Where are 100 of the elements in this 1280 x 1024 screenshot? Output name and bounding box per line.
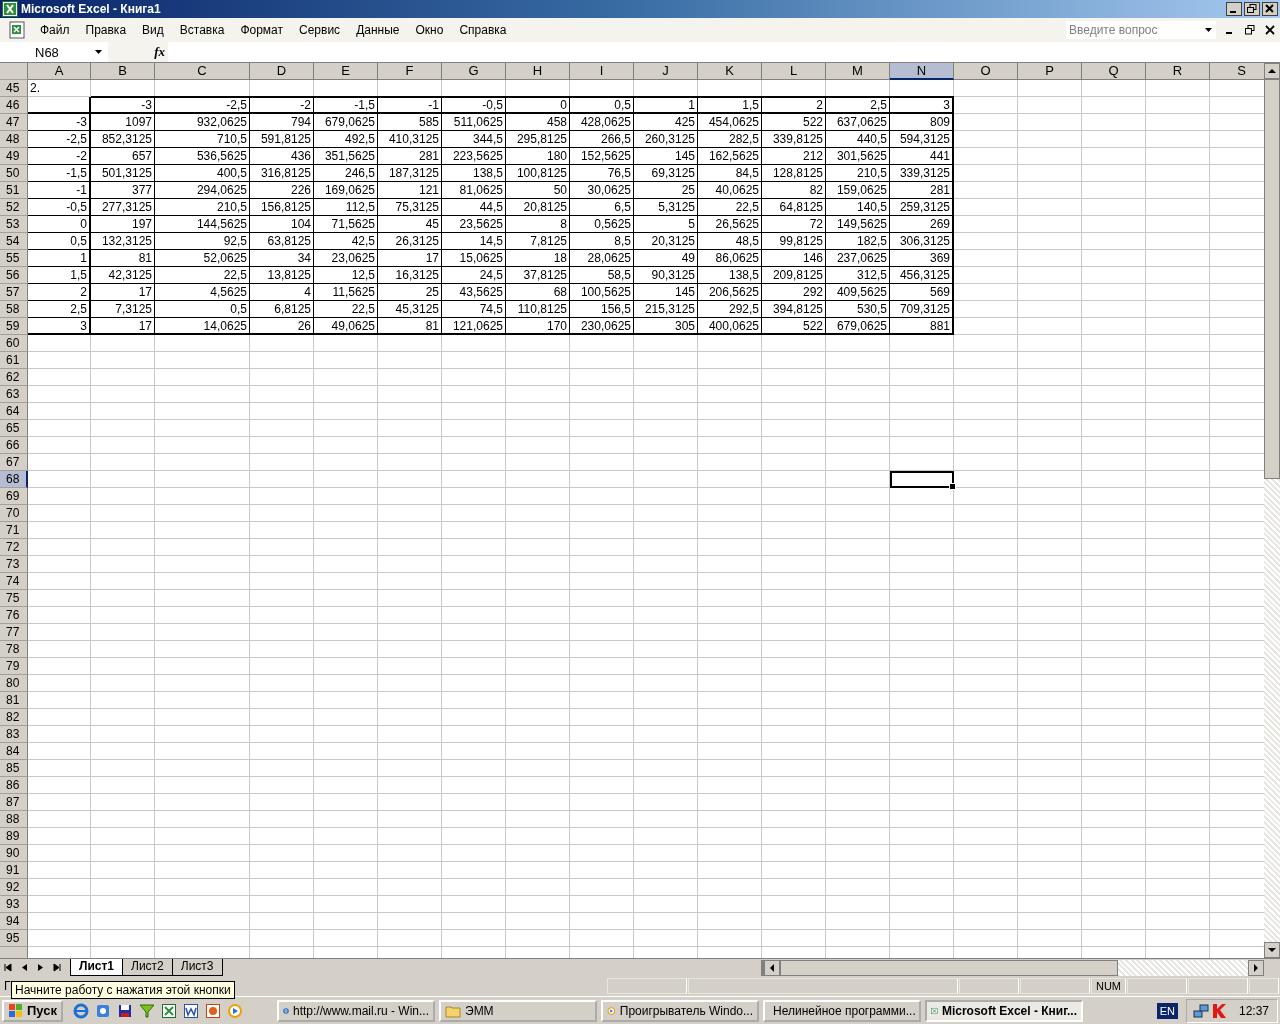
selected-cell[interactable]: [890, 471, 954, 488]
row-header[interactable]: 79: [0, 658, 28, 675]
browser-icon[interactable]: [73, 1002, 89, 1019]
spreadsheet-icon[interactable]: [161, 1002, 177, 1019]
column-header[interactable]: Q: [1082, 63, 1146, 80]
row-header[interactable]: 57: [0, 284, 28, 301]
last-sheet-button[interactable]: [51, 962, 63, 973]
column-header[interactable]: J: [634, 63, 698, 80]
row-header[interactable]: 95: [0, 930, 28, 947]
scroll-up-button[interactable]: [1264, 63, 1280, 79]
select-all-button[interactable]: [0, 63, 28, 80]
row-header[interactable]: 63: [0, 386, 28, 403]
column-header[interactable]: G: [442, 63, 506, 80]
taskbar-button[interactable]: Проигрыватель Windo...: [601, 999, 759, 1022]
scroll-left-button[interactable]: [764, 959, 780, 976]
row-header[interactable]: 53: [0, 216, 28, 233]
row-header[interactable]: 59: [0, 318, 28, 335]
funnel-icon[interactable]: [139, 1002, 155, 1019]
menu-item[interactable]: Формат: [232, 23, 292, 37]
vertical-scrollbar[interactable]: [1264, 63, 1280, 958]
scroll-down-button[interactable]: [1264, 942, 1280, 958]
taskbar-button[interactable]: Microsoft Excel - Книг...: [925, 999, 1083, 1022]
row-header[interactable]: 60: [0, 335, 28, 352]
scrollbar-thumb[interactable]: [1264, 79, 1280, 479]
row-header[interactable]: 73: [0, 556, 28, 573]
row-header[interactable]: 88: [0, 811, 28, 828]
minimize-button[interactable]: [1226, 2, 1242, 16]
row-header[interactable]: 56: [0, 267, 28, 284]
row-header[interactable]: 85: [0, 760, 28, 777]
column-header[interactable]: E: [314, 63, 378, 80]
menu-item[interactable]: Файл: [32, 23, 78, 37]
row-header[interactable]: 61: [0, 352, 28, 369]
row-header[interactable]: 80: [0, 675, 28, 692]
row-header[interactable]: 83: [0, 726, 28, 743]
sheet-tab[interactable]: Лист3: [171, 959, 223, 976]
menu-item[interactable]: Правка: [77, 23, 135, 37]
row-header[interactable]: 71: [0, 522, 28, 539]
row-header[interactable]: 68: [0, 471, 28, 488]
column-header[interactable]: N: [890, 63, 954, 80]
row-header[interactable]: 64: [0, 403, 28, 420]
sheet-tab[interactable]: Лист2: [122, 959, 173, 976]
column-header[interactable]: D: [250, 63, 314, 80]
column-header[interactable]: H: [506, 63, 570, 80]
row-header[interactable]: 89: [0, 828, 28, 845]
menu-item[interactable]: Сервис: [291, 23, 349, 37]
first-sheet-button[interactable]: [3, 962, 15, 973]
column-header[interactable]: C: [155, 63, 250, 80]
column-header[interactable]: P: [1018, 63, 1082, 80]
menu-item[interactable]: Данные: [348, 23, 408, 37]
scroll-right-button[interactable]: [1248, 959, 1264, 976]
row-header[interactable]: 75: [0, 590, 28, 607]
taskbar-button[interactable]: http://www.mail.ru - Win...: [277, 999, 435, 1022]
document-icon[interactable]: [183, 1002, 199, 1019]
dropdown-arrow-icon[interactable]: [95, 50, 102, 54]
row-header[interactable]: 87: [0, 794, 28, 811]
start-button[interactable]: Пуск: [2, 999, 63, 1022]
taskbar-button[interactable]: Нелинейное программи...: [763, 999, 921, 1022]
row-header[interactable]: 66: [0, 437, 28, 454]
row-header[interactable]: 55: [0, 250, 28, 267]
row-header[interactable]: 48: [0, 131, 28, 148]
antivirus-icon[interactable]: [1210, 1002, 1227, 1019]
network-icon[interactable]: [1192, 1002, 1209, 1019]
row-header[interactable]: 70: [0, 505, 28, 522]
restore-button[interactable]: [1244, 2, 1260, 16]
dropdown-arrow-icon[interactable]: [1205, 28, 1212, 32]
column-header[interactable]: O: [954, 63, 1018, 80]
row-header[interactable]: 51: [0, 182, 28, 199]
menu-item[interactable]: Вид: [134, 23, 172, 37]
presentation-icon[interactable]: [205, 1002, 221, 1019]
row-header[interactable]: 72: [0, 539, 28, 556]
menu-item[interactable]: Справка: [451, 23, 515, 37]
row-header[interactable]: 52: [0, 199, 28, 216]
row-header[interactable]: 45: [0, 80, 28, 97]
row-header[interactable]: 84: [0, 743, 28, 760]
help-search-field[interactable]: Введите вопрос: [1066, 21, 1216, 39]
row-header[interactable]: 47: [0, 114, 28, 131]
column-header[interactable]: K: [698, 63, 762, 80]
row-header[interactable]: 69: [0, 488, 28, 505]
language-indicator[interactable]: EN: [1156, 1002, 1178, 1019]
taskbar-button[interactable]: ЭММ: [439, 999, 597, 1022]
close-icon[interactable]: [1265, 25, 1275, 35]
row-header[interactable]: 76: [0, 607, 28, 624]
column-header[interactable]: L: [762, 63, 826, 80]
menu-item[interactable]: Вставка: [171, 23, 233, 37]
column-header[interactable]: R: [1146, 63, 1210, 80]
sheet-tab[interactable]: Лист1: [70, 959, 124, 976]
row-header[interactable]: 46: [0, 97, 28, 114]
row-header[interactable]: 65: [0, 420, 28, 437]
column-header[interactable]: F: [378, 63, 442, 80]
row-header[interactable]: 77: [0, 624, 28, 641]
row-header[interactable]: 54: [0, 233, 28, 250]
column-header[interactable]: S: [1210, 63, 1264, 80]
media-player-icon[interactable]: [227, 1002, 243, 1019]
menu-item[interactable]: Окно: [407, 23, 452, 37]
row-header[interactable]: 86: [0, 777, 28, 794]
row-header[interactable]: 92: [0, 879, 28, 896]
row-header[interactable]: 50: [0, 165, 28, 182]
row-header[interactable]: 58: [0, 301, 28, 318]
row-header[interactable]: 74: [0, 573, 28, 590]
row-header[interactable]: 49: [0, 148, 28, 165]
